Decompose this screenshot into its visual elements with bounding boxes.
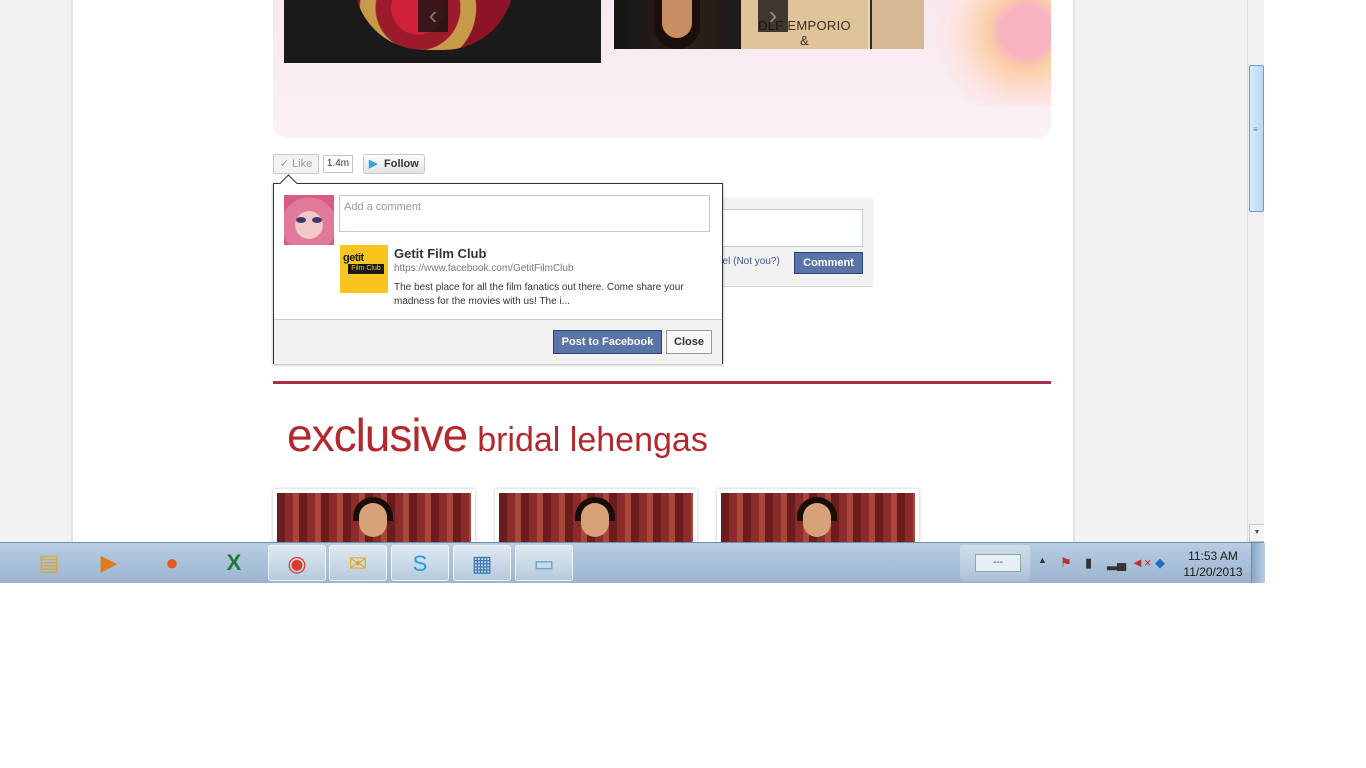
section-divider	[273, 381, 1051, 384]
page-description: The best place for all the film fanatics…	[394, 282, 684, 307]
slide-model	[614, 0, 741, 49]
follow-label: Follow	[384, 158, 419, 170]
browser-viewport: DLF EMPORIO & ‹ › ✓ Like 1.4m ▶ Follow b…	[0, 0, 1264, 542]
slide-third	[870, 0, 924, 49]
vertical-scrollbar[interactable]: ≡ ▼	[1247, 0, 1264, 542]
taskbar: e ▤ ▶ ● X ◉ ✉ S ▦ ▭ --- ▲ ⚑ ▮ ▂▄ ◄× ◆ 11…	[0, 542, 1265, 583]
popup-footer: Post to Facebook Close	[274, 319, 722, 364]
notepad-icon[interactable]: ▭	[515, 545, 573, 581]
tray-text[interactable]: ---	[975, 554, 1021, 572]
product-card[interactable]	[495, 489, 697, 542]
chevron-right-icon[interactable]: ›	[758, 0, 788, 32]
popup-caret	[279, 174, 298, 193]
comment-button[interactable]: Comment	[794, 252, 863, 274]
dropbox-icon[interactable]: ◆	[1155, 555, 1165, 571]
section-title-small: bridal lehengas	[477, 421, 708, 459]
comment-input[interactable]: Add a comment	[339, 195, 710, 232]
avatar	[284, 195, 334, 245]
chevron-left-icon[interactable]: ‹	[418, 0, 448, 32]
like-count: 1.4m	[323, 155, 353, 173]
post-to-facebook-button[interactable]: Post to Facebook	[553, 330, 662, 354]
skype-icon[interactable]: S	[391, 545, 449, 581]
twitter-follow-button[interactable]: ▶ Follow	[363, 154, 425, 174]
model-face	[662, 0, 692, 38]
chrome-icon[interactable]: ◉	[268, 545, 326, 581]
photo-viewer-icon[interactable]: ▦	[453, 545, 511, 581]
clock-date[interactable]: 11/20/2013	[1183, 565, 1243, 579]
section-title: exclusive bridal lehengas	[287, 408, 708, 462]
avatar-eye-right	[312, 217, 322, 223]
facebook-share-popup: Add a comment getit Film Club Getit Film…	[273, 174, 723, 364]
web-page: DLF EMPORIO & ‹ › ✓ Like 1.4m ▶ Follow b…	[73, 0, 1073, 542]
scroll-down-arrow-icon[interactable]: ▼	[1249, 524, 1264, 542]
like-label: Like	[292, 158, 313, 170]
flower-decoration	[923, 0, 1051, 106]
ie-icon[interactable]: e	[0, 545, 18, 581]
scrollbar-thumb[interactable]: ≡	[1249, 65, 1264, 212]
product-image	[499, 493, 693, 542]
logo-line2: Film Club	[348, 264, 384, 274]
product-face	[581, 503, 609, 537]
check-icon: ✓	[279, 158, 289, 170]
product-face	[359, 503, 387, 537]
grip-icon: ≡	[1253, 125, 1258, 134]
product-image	[277, 493, 471, 542]
section-title-big: exclusive	[287, 409, 468, 461]
banner: DLF EMPORIO &	[273, 0, 1051, 138]
close-button[interactable]: Close	[666, 330, 712, 354]
battery-icon[interactable]: ▮	[1085, 555, 1092, 571]
firefox-icon[interactable]: ●	[143, 545, 201, 581]
action-center-icon[interactable]: ⚑	[1060, 555, 1072, 571]
show-hidden-icons-icon[interactable]: ▲	[1038, 555, 1047, 565]
background-comment-input[interactable]	[721, 209, 863, 247]
excel-icon[interactable]: X	[205, 545, 263, 581]
page-url: https://www.facebook.com/GetitFilmClub	[394, 263, 574, 274]
product-image	[721, 493, 915, 542]
page-logo: getit Film Club	[340, 245, 388, 293]
page-title: Getit Film Club	[394, 246, 487, 261]
avatar-eye-left	[296, 217, 306, 223]
product-card[interactable]	[273, 489, 475, 542]
show-desktop-button[interactable]	[1251, 543, 1265, 583]
product-face	[803, 503, 831, 537]
outlook-icon[interactable]: ✉	[329, 545, 387, 581]
network-icon[interactable]: ▂▄	[1107, 555, 1126, 571]
page-shadow-right	[1073, 0, 1075, 542]
product-card[interactable]	[717, 489, 919, 542]
file-explorer-icon[interactable]: ▤	[20, 545, 78, 581]
clock-time[interactable]: 11:53 AM	[1183, 549, 1243, 563]
logo-line1: getit	[343, 252, 364, 264]
facebook-like-button[interactable]: ✓ Like	[273, 154, 319, 174]
volume-muted-icon[interactable]: ◄×	[1131, 555, 1151, 570]
twitter-bird-icon: ▶	[369, 158, 378, 170]
not-you-link[interactable]: bel (Not you?)	[717, 256, 780, 267]
media-player-icon[interactable]: ▶	[80, 545, 138, 581]
